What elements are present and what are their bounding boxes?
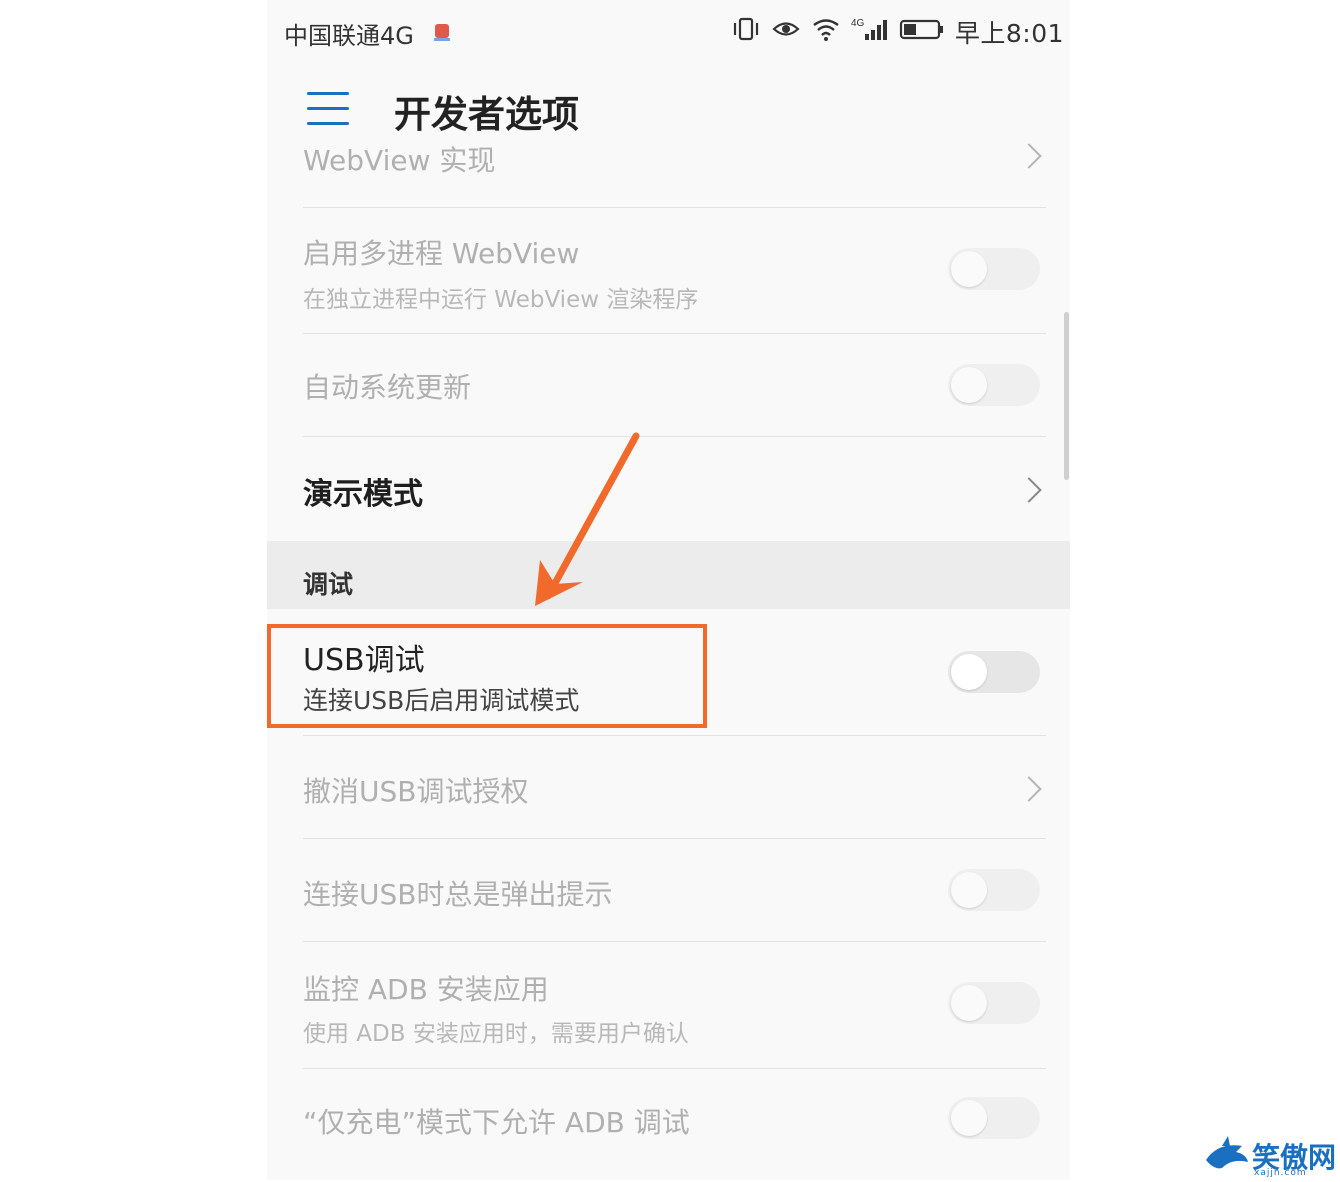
carrier-label: 中国联通4G [284, 22, 414, 50]
chevron-right-icon [1016, 143, 1042, 169]
usb-prompt-toggle[interactable] [948, 869, 1040, 911]
toggle-knob [951, 1100, 987, 1136]
scrollbar[interactable] [1064, 312, 1069, 480]
vibrate-icon [731, 16, 761, 48]
shark-logo-icon [1206, 1136, 1248, 1169]
notification-icon [432, 20, 452, 48]
section-label: 调试 [303, 570, 354, 599]
multiprocess-webview-toggle[interactable] [948, 248, 1040, 290]
setting-usb-connect-prompt[interactable]: 连接USB时总是弹出提示 [267, 839, 1070, 941]
watermark: 笑傲网 xajjn.com [1202, 1132, 1340, 1180]
auto-update-toggle[interactable] [948, 364, 1040, 406]
setting-title: “仅充电”模式下允许 ADB 调试 [303, 1106, 690, 1139]
setting-webview-impl[interactable]: WebView 实现 [267, 119, 1070, 207]
setting-title: WebView 实现 [303, 144, 496, 177]
setting-charge-only-adb[interactable]: “仅充电”模式下允许 ADB 调试 [267, 1069, 1070, 1171]
toggle-knob [951, 872, 987, 908]
setting-demo-mode[interactable]: 演示模式 [267, 437, 1070, 541]
chevron-right-icon [1016, 776, 1042, 802]
toggle-knob [951, 367, 987, 403]
section-header-debug: 调试 [267, 541, 1070, 609]
setting-usb-debugging[interactable]: USB调试 连接USB后启用调试模式 [267, 609, 1070, 735]
clock: 早上8:01 [954, 19, 1064, 48]
setting-title: 连接USB时总是弹出提示 [303, 878, 613, 911]
setting-title: 监控 ADB 安装应用 [303, 973, 549, 1006]
setting-title: 演示模式 [303, 477, 423, 512]
setting-monitor-adb-install[interactable]: 监控 ADB 安装应用 使用 ADB 安装应用时，需要用户确认 [267, 942, 1070, 1068]
svg-text:4G: 4G [851, 18, 865, 29]
setting-multiprocess-webview[interactable]: 启用多进程 WebView 在独立进程中运行 WebView 渲染程序 [267, 208, 1070, 333]
toggle-knob [951, 985, 987, 1021]
signal-icon: 4G [851, 16, 889, 48]
setting-auto-system-update[interactable]: 自动系统更新 [267, 334, 1070, 436]
phone-screen: 中国联通4G 4G 早上8:01 开发者选项 WebView 实现 启用多进程 … [267, 0, 1070, 1180]
status-bar: 中国联通4G 4G 早上8:01 [267, 0, 1070, 62]
setting-title: 启用多进程 WebView [303, 237, 580, 270]
wifi-icon [811, 16, 841, 48]
battery-icon [899, 16, 945, 48]
chevron-right-icon [1016, 477, 1042, 503]
setting-title: 撤消USB调试授权 [303, 775, 529, 808]
setting-title: USB调试 [303, 643, 425, 678]
status-icons: 4G 早上8:01 [731, 14, 1064, 50]
usb-debugging-toggle[interactable] [948, 651, 1040, 693]
watermark-subtext: xajjn.com [1254, 1168, 1307, 1178]
toggle-knob [951, 654, 987, 690]
setting-subtitle: 在独立进程中运行 WebView 渲染程序 [303, 287, 699, 313]
toggle-knob [951, 251, 987, 287]
setting-revoke-usb-auth[interactable]: 撤消USB调试授权 [267, 736, 1070, 838]
setting-title: 自动系统更新 [303, 371, 472, 404]
setting-subtitle: 使用 ADB 安装应用时，需要用户确认 [303, 1021, 689, 1047]
monitor-adb-toggle[interactable] [948, 982, 1040, 1024]
charge-only-adb-toggle[interactable] [948, 1097, 1040, 1139]
eye-comfort-icon [771, 16, 801, 48]
setting-subtitle: 连接USB后启用调试模式 [303, 686, 580, 715]
